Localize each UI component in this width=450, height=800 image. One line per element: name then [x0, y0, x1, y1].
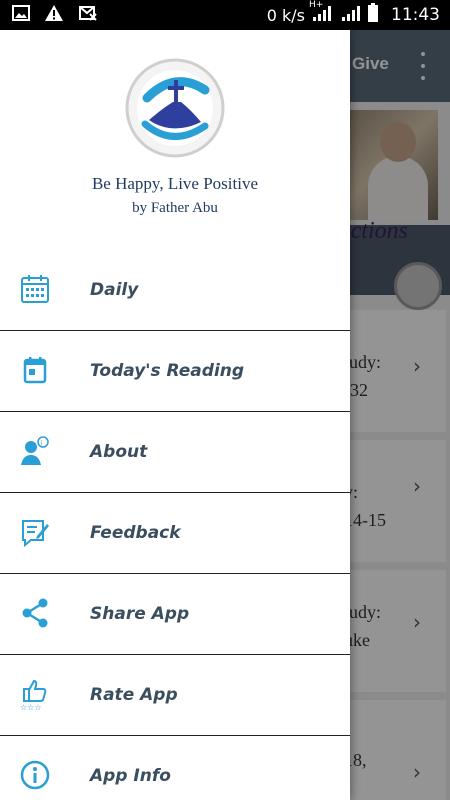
net-speed: 0 k/s — [266, 5, 305, 25]
svg-text:☆☆☆: ☆☆☆ — [20, 703, 42, 711]
signal-icon: H+ — [309, 0, 335, 26]
menu-item-label: Today's Reading — [90, 361, 245, 381]
signal-icon-2 — [341, 4, 361, 26]
clock: 11:43 — [391, 5, 440, 25]
person-speaking-icon: i — [18, 434, 52, 468]
menu-item-label: Rate App — [90, 685, 178, 705]
network-type: H+ — [309, 0, 324, 10]
thumbs-up-stars-icon: ☆☆☆ — [18, 677, 52, 711]
warning-icon — [44, 4, 64, 26]
menu-item-label: App Info — [90, 766, 171, 786]
menu-item-feedback[interactable]: Feedback — [0, 493, 350, 574]
menu-item-about[interactable]: i About — [0, 412, 350, 493]
status-bar: 0 k/s H+ 11:43 — [0, 0, 450, 30]
menu-item-todays-reading[interactable]: Today's Reading — [0, 331, 350, 412]
menu-item-daily[interactable]: Daily — [0, 250, 350, 331]
app-logo — [125, 58, 225, 158]
no-sim-icon — [78, 5, 98, 25]
svg-text:i: i — [41, 440, 43, 447]
calendar-grid-icon — [18, 272, 52, 306]
drawer-menu: Daily Today's Reading i About Feedback S… — [0, 250, 350, 800]
share-icon — [18, 596, 52, 630]
menu-item-label: Daily — [90, 280, 139, 300]
calendar-day-icon — [18, 353, 52, 387]
app-byline: by Father Abu — [132, 200, 218, 216]
menu-item-label: About — [90, 442, 148, 462]
image-icon — [12, 5, 30, 25]
app-tagline: Be Happy, Live Positive — [91, 174, 259, 193]
info-icon — [18, 758, 52, 792]
menu-item-rate-app[interactable]: ☆☆☆ Rate App — [0, 655, 350, 736]
menu-item-label: Feedback — [90, 523, 181, 543]
battery-icon — [367, 3, 379, 27]
navigation-drawer: Be Happy, Live Positive by Father Abu Da… — [0, 30, 350, 800]
menu-item-share-app[interactable]: Share App — [0, 574, 350, 655]
edit-note-icon — [18, 515, 52, 549]
drawer-header: Be Happy, Live Positive by Father Abu — [0, 30, 350, 250]
menu-item-label: Share App — [90, 604, 190, 624]
menu-item-app-info[interactable]: App Info — [0, 736, 350, 800]
